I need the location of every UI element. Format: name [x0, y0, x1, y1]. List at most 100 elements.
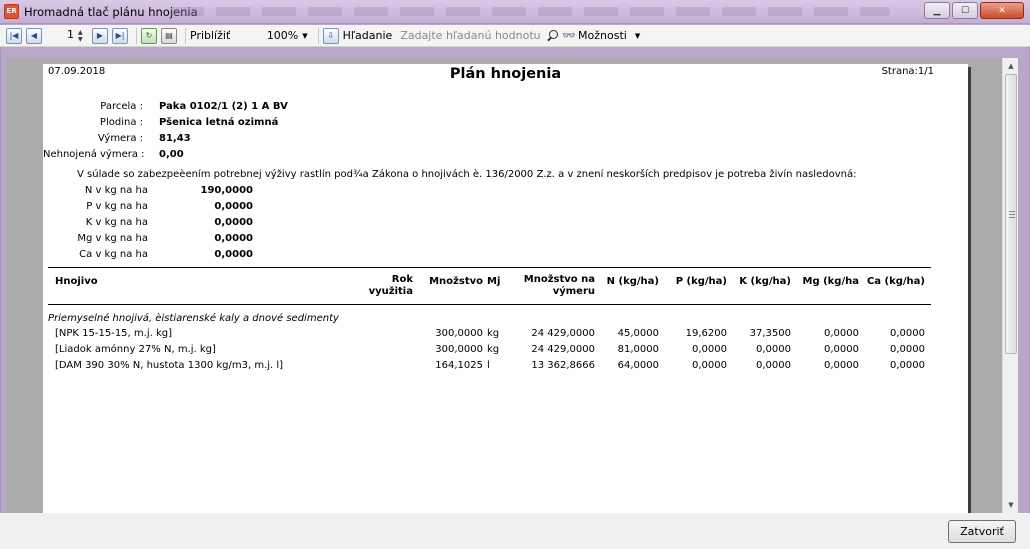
- area-value: 81,43: [159, 133, 191, 144]
- row-quantity: 164,1025: [435, 360, 483, 371]
- row-quantity: 300,0000: [435, 328, 483, 339]
- row-n: 45,0000: [617, 328, 659, 339]
- zoom-select[interactable]: 100%: [256, 29, 298, 42]
- close-button[interactable]: Zatvoriť: [948, 520, 1016, 543]
- app-icon: ER: [4, 4, 19, 19]
- col-n: N (kg/ha): [606, 276, 659, 287]
- scrollbar-thumb[interactable]: [1005, 74, 1017, 354]
- search-input[interactable]: [400, 27, 541, 44]
- crop-label: Plodina :: [99, 117, 143, 128]
- prev-page-button[interactable]: ◀: [26, 27, 42, 44]
- scroll-down-arrow-icon[interactable]: ▼: [1003, 497, 1019, 513]
- nutrient-value: 190,0000: [200, 185, 253, 196]
- row-unit: l: [487, 360, 490, 371]
- grip-icon: [1009, 211, 1015, 218]
- intro-text: V súlade so zabezpeèením potrebnej výživ…: [77, 169, 857, 180]
- unfertilized-area-label: Nehnojená výmera :: [43, 149, 145, 160]
- report-title: Plán hnojenia: [449, 66, 562, 82]
- row-quantity: 300,0000: [435, 344, 483, 355]
- chevron-down-icon[interactable]: ▼: [302, 32, 307, 40]
- report-page: 07.09.2018 Plán hnojenia Strana:1/1 Parc…: [43, 64, 968, 516]
- options-menu[interactable]: Možnosti: [578, 29, 627, 42]
- vertical-scrollbar[interactable]: ▲ ▼: [1002, 58, 1018, 513]
- row-p: 19,6200: [685, 328, 727, 339]
- row-k: 0,0000: [756, 344, 791, 355]
- page-number-input[interactable]: 1: [46, 28, 76, 44]
- refresh-icon[interactable]: ↻: [141, 27, 157, 44]
- nutrient-label: K v kg na ha: [85, 217, 148, 228]
- window-frame-left: [0, 24, 1, 549]
- chevron-down-icon[interactable]: ▼: [635, 32, 640, 40]
- toolbar-separator: [136, 27, 137, 44]
- row-k: 37,3500: [749, 328, 791, 339]
- col-year-use-line1: Rok: [391, 274, 413, 285]
- zoom-label: Priblížiť: [190, 29, 231, 42]
- toolbar-separator: [185, 27, 186, 44]
- nutrient-value: 0,0000: [214, 201, 253, 212]
- row-qty-area: 24 429,0000: [531, 344, 595, 355]
- col-p: P (kg/ha): [675, 276, 727, 287]
- row-n: 64,0000: [617, 360, 659, 371]
- report-page-number: Strana:1/1: [881, 66, 934, 77]
- col-qty-area-line1: Množstvo na: [523, 274, 595, 285]
- fertilizer-group-title: Priemyselné hnojivá, èistiarenské kaly a…: [48, 313, 339, 324]
- row-qty-area: 24 429,0000: [531, 328, 595, 339]
- row-qty-area: 13 362,8666: [531, 360, 595, 371]
- print-icon[interactable]: ▤: [161, 27, 177, 44]
- nutrient-value: 0,0000: [214, 249, 253, 260]
- first-page-button[interactable]: |◀: [6, 27, 22, 44]
- nutrient-label: Ca v kg na ha: [79, 249, 148, 260]
- table-header-rule: [48, 304, 931, 305]
- dialog-footer: Zatvoriť: [0, 513, 1030, 549]
- minimize-button[interactable]: ▁: [924, 2, 950, 19]
- row-k: 0,0000: [756, 360, 791, 371]
- col-fertilizer: Hnojivo: [55, 276, 98, 287]
- row-ca: 0,0000: [890, 328, 925, 339]
- crop-value: Pšenica letná ozimná: [159, 117, 279, 128]
- col-k: K (kg/ha): [739, 276, 791, 287]
- window-controls: ▁ ☐ ✕: [924, 2, 1024, 19]
- parcel-label: Parcela :: [100, 101, 143, 112]
- page-spinner-icon[interactable]: ▲ ▼: [78, 29, 86, 43]
- row-fertilizer-name: [DAM 390 30% N, hustota 1300 kg/m3, m.j.…: [55, 360, 284, 371]
- col-year-use-line2: využitia: [368, 286, 413, 297]
- binoculars-icon[interactable]: 👓: [562, 29, 576, 42]
- last-page-button[interactable]: ▶|: [112, 27, 128, 44]
- window-close-button[interactable]: ✕: [980, 2, 1024, 19]
- area-label: Výmera :: [97, 133, 143, 144]
- row-ca: 0,0000: [890, 344, 925, 355]
- col-mg: Mg (kg/ha: [802, 276, 860, 287]
- search-label: Hľadanie: [342, 29, 393, 42]
- col-quantity: Množstvo: [429, 276, 483, 287]
- row-mg: 0,0000: [824, 328, 859, 339]
- nutrient-value: 0,0000: [214, 217, 253, 228]
- export-icon[interactable]: ⇩: [322, 27, 339, 44]
- row-n: 81,0000: [617, 344, 659, 355]
- report-viewer[interactable]: 07.09.2018 Plán hnojenia Strana:1/1 Parc…: [6, 58, 1018, 516]
- nutrient-label: P v kg na ha: [86, 201, 148, 212]
- col-ca: Ca (kg/ha): [866, 276, 925, 287]
- toolbar-separator: [317, 27, 319, 44]
- row-mg: 0,0000: [824, 360, 859, 371]
- parcel-value: Paka 0102/1 (2) 1 A BV: [159, 101, 288, 112]
- unfertilized-area-value: 0,00: [159, 149, 184, 160]
- row-mg: 0,0000: [824, 344, 859, 355]
- scroll-up-arrow-icon[interactable]: ▲: [1003, 58, 1019, 74]
- title-bar: ER Hromadná tlač plánu hnojenia ▁ ☐ ✕: [0, 0, 1030, 24]
- col-unit: Mj: [487, 276, 501, 287]
- row-unit: kg: [487, 344, 500, 355]
- row-ca: 0,0000: [890, 360, 925, 371]
- row-p: 0,0000: [692, 360, 727, 371]
- row-fertilizer-name: [NPK 15-15-15, m.j. kg]: [55, 328, 172, 339]
- blurred-menu-area: [170, 7, 890, 16]
- search-icon[interactable]: [546, 29, 559, 42]
- maximize-button[interactable]: ☐: [952, 2, 978, 19]
- report-toolbar: |◀ ◀ 1 ▲ ▼ ▶ ▶| ↻ ▤ Priblížiť 100% ▼ ⇩ Hľ…: [0, 25, 1030, 47]
- row-p: 0,0000: [692, 344, 727, 355]
- nutrient-label: Mg v kg na ha: [77, 233, 148, 244]
- nutrient-value: 0,0000: [214, 233, 253, 244]
- next-page-button[interactable]: ▶: [92, 27, 108, 44]
- row-fertilizer-name: [Liadok amónny 27% N, m.j. kg]: [55, 344, 216, 355]
- nutrient-label: N v kg na ha: [84, 185, 148, 196]
- row-unit: kg: [487, 328, 500, 339]
